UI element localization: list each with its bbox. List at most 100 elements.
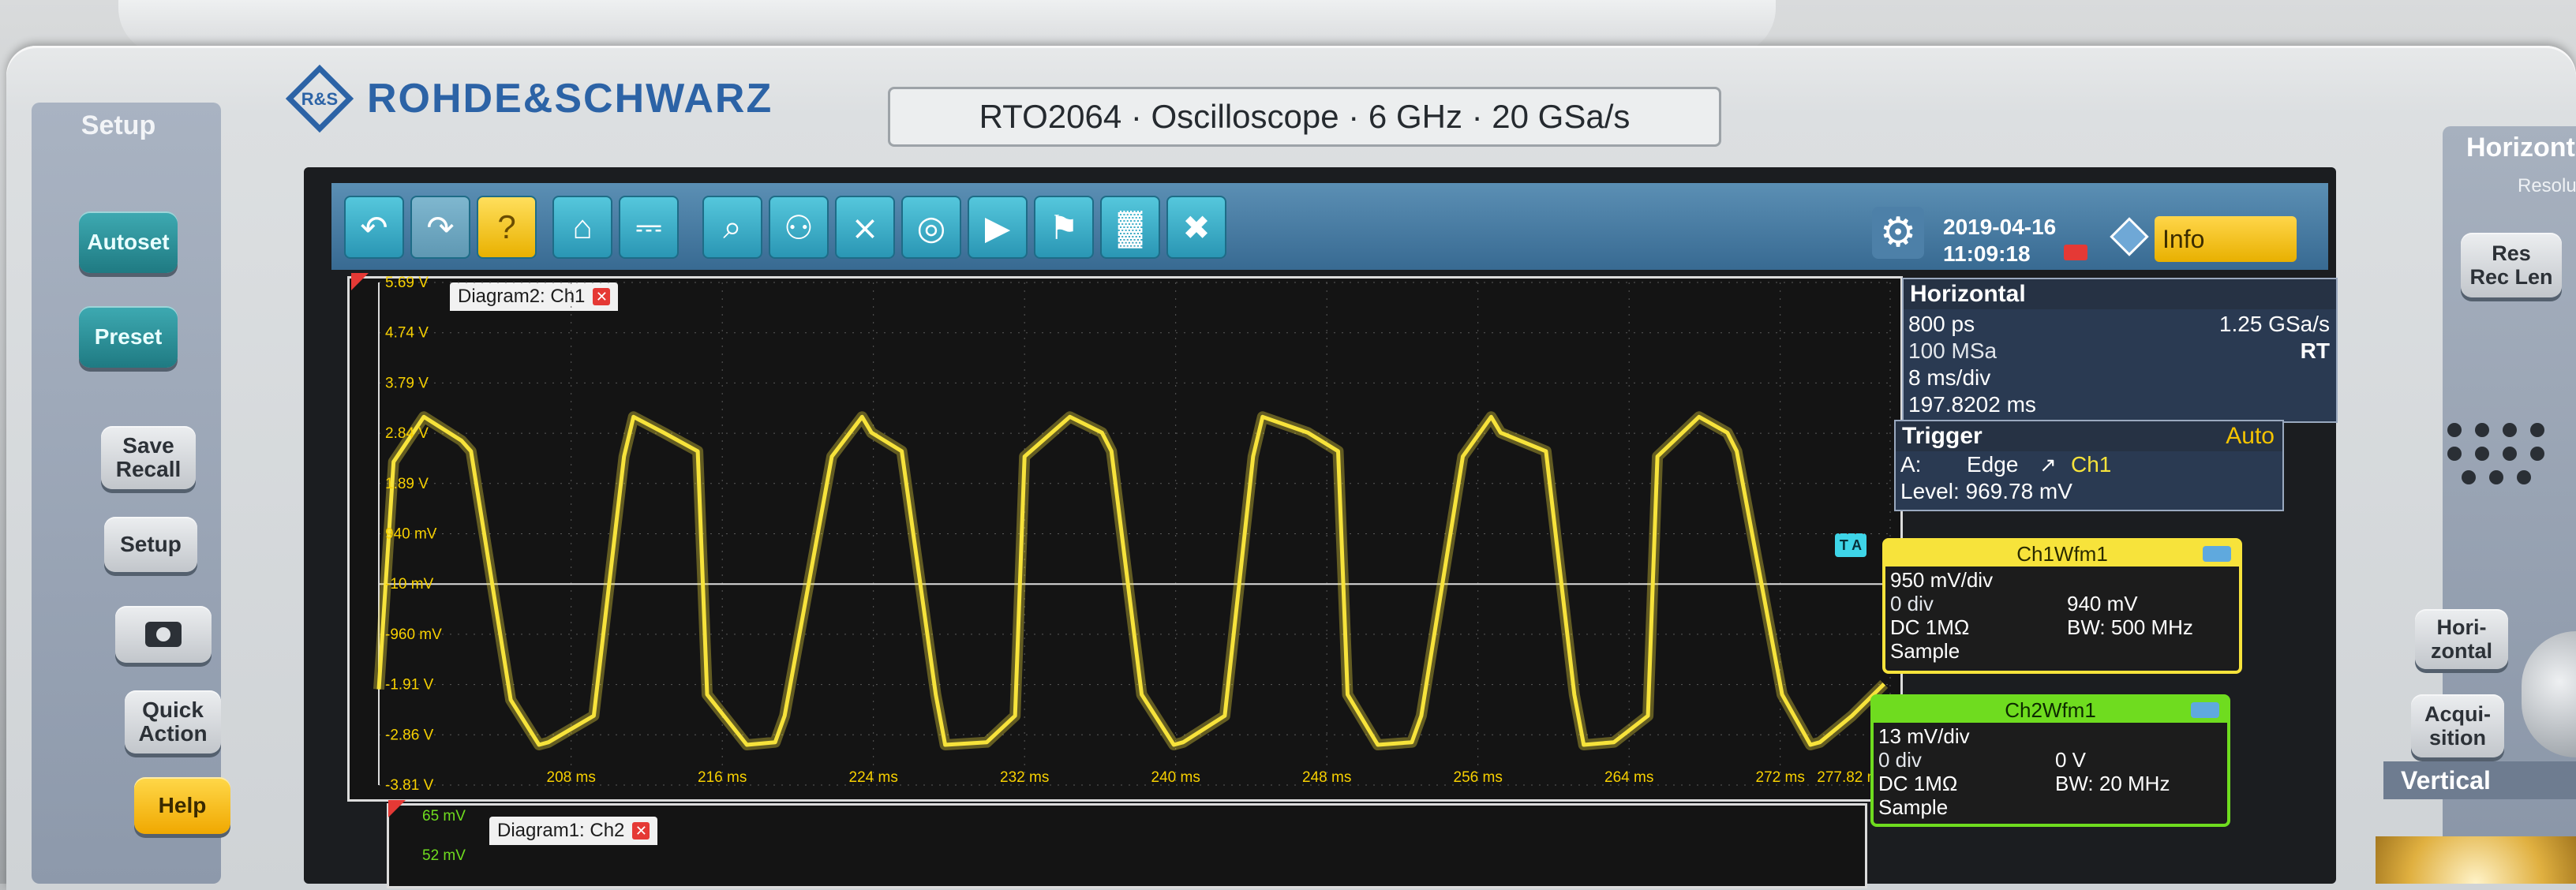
ch1-coupling: DC 1MΩ [1890, 615, 1970, 639]
horizontal-resolution: 800 ps [1908, 312, 1975, 336]
svg-text:R&S: R&S [301, 89, 338, 109]
measurement-icon[interactable]: ⨯ [835, 196, 895, 259]
waveform-chart: 5.69 V 4.74 V 3.79 V 2.84 V 1.89 V 940 mV -10 … [373, 276, 1891, 794]
ch2-offset-value: 0 V [2055, 748, 2087, 772]
mask-icon[interactable]: ◎ [901, 196, 961, 259]
horizontal-mode: RT [2300, 338, 2330, 363]
y-tick-label: 2.84 V [385, 425, 429, 442]
y-tick-label: -3.81 V [385, 777, 434, 794]
ch1-offset-value: 940 mV [2067, 592, 2138, 615]
trigger-channel: Ch1 [2071, 452, 2112, 477]
ch2-scale: 13 mV/div [1878, 724, 1970, 748]
trigger-header: Trigger [1902, 423, 1983, 449]
camera-icon [145, 622, 182, 647]
res-rec-len-label: Res Rec Len [2469, 241, 2553, 289]
trigger-info-panel[interactable]: Trigger Auto A: Edge ↗ Ch1 Level: 969.78… [1894, 420, 2284, 511]
y-tick-label: -1.91 V [385, 677, 434, 694]
binoculars-icon[interactable]: ⚇ [769, 196, 829, 259]
close-icon[interactable]: ✕ [632, 822, 650, 840]
speaker-grille [2439, 418, 2557, 489]
x-tick-label: 232 ms [1000, 769, 1049, 786]
x-tick-label: 224 ms [849, 769, 898, 786]
help-label: Help [158, 793, 207, 817]
autoset-button[interactable]: Autoset [79, 211, 178, 273]
histogram-icon[interactable]: ▓ [1100, 196, 1160, 259]
res-rec-len-button[interactable]: Res Rec Len [2461, 233, 2562, 297]
ch1-bandwidth: BW: 500 MHz [2067, 615, 2193, 639]
help-icon[interactable]: ? [477, 196, 537, 259]
resolution-label: Resolutio [2518, 175, 2576, 196]
autoset-label: Autoset [87, 230, 170, 254]
horizontal-header: Horizontal [1904, 279, 2336, 309]
folder-icon[interactable]: ⌂ [552, 196, 612, 259]
brand-logo-icon: R&S [284, 63, 355, 134]
zoom-icon[interactable]: ⌕ [702, 196, 762, 259]
vertical-panel-header: Vertical [2383, 761, 2576, 799]
undo-icon[interactable]: ↶ [344, 196, 404, 259]
setup-button[interactable]: Setup [104, 517, 197, 572]
y-tick-label: 3.79 V [385, 375, 429, 391]
diagram1-tab-label: Diagram1: Ch2 [497, 820, 625, 841]
x-tick-label: 256 ms [1454, 769, 1503, 786]
acquisition-button[interactable]: Acqui- sition [2411, 694, 2504, 757]
horizontal-time-scale: 8 ms/div [1908, 365, 1991, 390]
y-tick-label: 5.69 V [385, 276, 429, 291]
x-tick-label: 264 ms [1604, 769, 1653, 786]
x-tick-label: 240 ms [1151, 769, 1200, 786]
setup-panel-title: Setup [80, 110, 156, 140]
diagram1-tab[interactable]: Diagram1: Ch2 ✕ [489, 817, 658, 845]
horizontal-info-panel[interactable]: Horizontal 800 ps 1.25 GSa/s 100 MSa RT … [1902, 278, 2338, 423]
model-plate: RTO2064 · Oscilloscope · 6 GHz · 20 GSa/… [888, 87, 1721, 147]
gear-icon[interactable]: ⚙ [1872, 207, 1924, 259]
horizontal-record-length: 100 MSa [1908, 338, 1998, 363]
help-button[interactable]: Help [134, 777, 230, 834]
horizontal-sample-rate: 1.25 GSa/s [2218, 312, 2330, 336]
status-date: 2019-04-16 [1943, 215, 2057, 239]
preset-button[interactable]: Preset [79, 306, 178, 368]
brand-name: ROHDE&SCHWARZ [367, 76, 773, 122]
trigger-mode: Auto [2226, 423, 2275, 449]
save-recall-label: Save Recall [115, 433, 182, 481]
trigger-header-bar: Trigger Auto [1896, 421, 2282, 451]
delete-icon[interactable]: ✖ [1166, 196, 1226, 259]
x-tick-label: 248 ms [1302, 769, 1351, 786]
ch1-toggle-icon[interactable] [2203, 546, 2231, 562]
save-recall-button[interactable]: Save Recall [101, 426, 196, 489]
x-tick-label: 216 ms [698, 769, 747, 786]
quick-action-label: Quick Action [138, 697, 208, 746]
info-label: Info [2162, 225, 2205, 253]
ch2-bandwidth: BW: 20 MHz [2055, 772, 2170, 795]
ch1-waveform-box[interactable]: Ch1Wfm1 950 mV/div 0 div 940 mV DC 1MΩ B… [1882, 538, 2242, 674]
y-tick-label: -2.86 V [385, 727, 434, 743]
y-tick-label: -10 mV [385, 576, 434, 593]
screenshot-button[interactable] [115, 606, 212, 663]
ch2-waveform-box[interactable]: Ch2Wfm1 13 mV/div 0 div 0 V DC 1MΩ BW: 2… [1870, 694, 2230, 827]
ch1-offset-div: 0 div [1890, 592, 1934, 615]
ch2-offset-div: 0 div [1878, 748, 1922, 772]
lit-knob[interactable] [2376, 836, 2576, 884]
trigger-source-prefix: A: [1900, 452, 1922, 477]
x-tick-label: 208 ms [547, 769, 596, 786]
ch2-mode: Sample [1878, 795, 1949, 819]
status-time: 11:09:18 [1943, 241, 2031, 266]
redo-icon[interactable]: ↷ [410, 196, 470, 259]
ch2-toggle-icon[interactable] [2191, 702, 2219, 718]
quick-action-button[interactable]: Quick Action [125, 690, 221, 754]
horizontal-position: 197.8202 ms [1908, 392, 2036, 417]
setup-label: Setup [120, 532, 182, 556]
rs-logo-icon [2106, 213, 2153, 260]
x-tick-label: 272 ms [1756, 769, 1805, 786]
vertical-label: Vertical [2401, 766, 2491, 795]
horizontal-button[interactable]: Hori- zontal [2415, 609, 2508, 669]
diagram1-y-second: 52 mV [422, 847, 466, 864]
diagram1-corner-marker [388, 800, 406, 817]
y-tick-label: 1.89 V [385, 476, 429, 492]
diagram1-y-top: 65 mV [422, 808, 466, 825]
search-icon[interactable]: ⚑ [1034, 196, 1094, 259]
preset-label: Preset [94, 324, 163, 349]
marker-icon[interactable]: ▶ [968, 196, 1028, 259]
info-button[interactable]: Info [2155, 216, 2297, 262]
waveform-cursor-icon[interactable]: ⎓ [619, 196, 679, 259]
model-label: RTO2064 · Oscilloscope · 6 GHz · 20 GSa/… [979, 98, 1631, 135]
rising-edge-icon: ↗ [2039, 453, 2057, 477]
